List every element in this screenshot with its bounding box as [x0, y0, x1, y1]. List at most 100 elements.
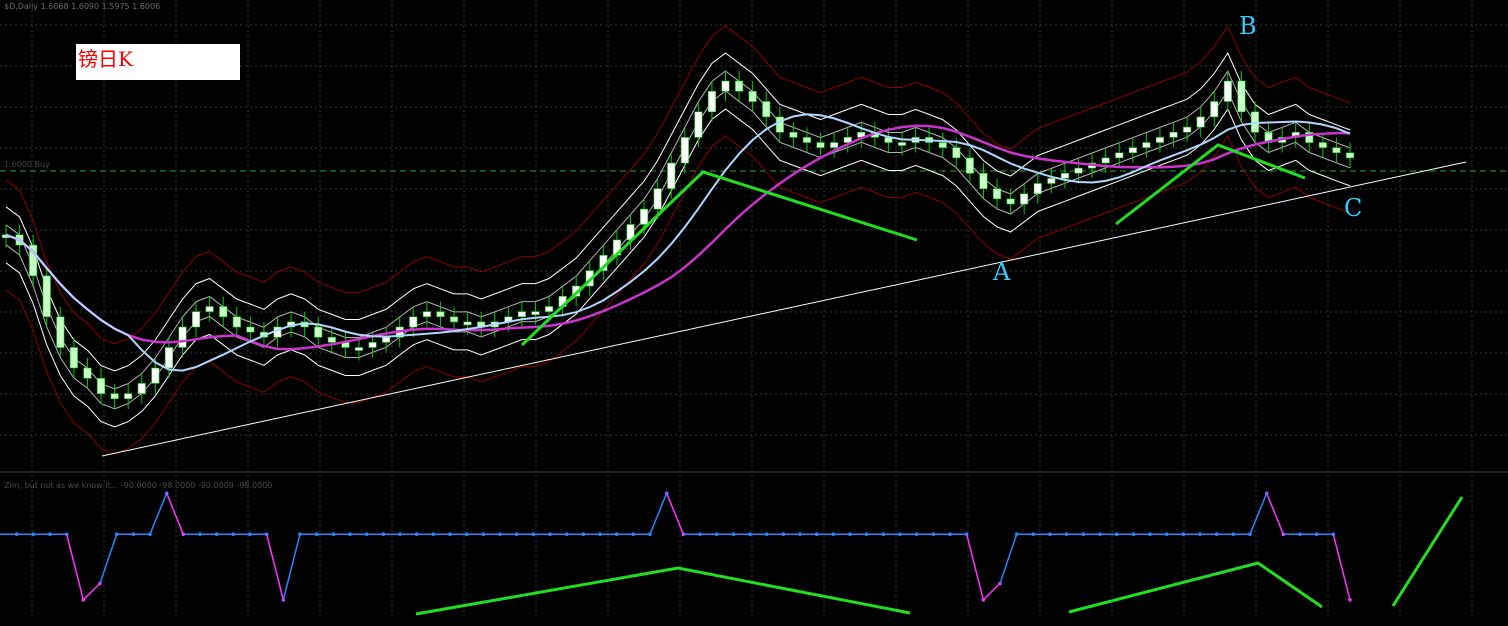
- candle-body: [83, 367, 92, 379]
- candle-body: [653, 188, 662, 210]
- trend-line: [101, 161, 1467, 457]
- candle-body: [422, 311, 431, 318]
- oscillator-segment: [265, 534, 285, 600]
- oscillator-segment: [1249, 492, 1268, 535]
- oscillator-annotation-line: [1068, 561, 1323, 614]
- candle-body: [1196, 116, 1205, 128]
- candle-body: [802, 137, 812, 143]
- symbol-header: $D,Daily 1.6068 1.6090 1.5975 1.6006: [4, 2, 161, 11]
- point-label-a: A: [993, 258, 1011, 286]
- candle-body: [246, 326, 255, 333]
- candle-body: [952, 147, 961, 159]
- candle-body: [680, 137, 689, 164]
- candle-body: [517, 311, 526, 318]
- candle-body: [327, 336, 336, 343]
- candle-body: [707, 91, 717, 113]
- price-chart: [0, 0, 1508, 618]
- oscillator-segment: [166, 492, 184, 535]
- candle-body: [1006, 198, 1015, 205]
- point-label-c: C: [1344, 194, 1363, 222]
- candle-body: [1346, 152, 1355, 159]
- oscillator-segment: [1332, 534, 1351, 600]
- candle-body: [735, 80, 744, 92]
- candle-body: [232, 316, 241, 328]
- envelope-inner-upper: [5, 69, 1351, 390]
- candle-body: [1318, 142, 1327, 148]
- candle-body: [1210, 101, 1219, 118]
- oscillator: [0, 491, 1464, 616]
- candle-body: [1169, 132, 1178, 138]
- candle-body: [151, 367, 160, 384]
- candle-body: [463, 321, 472, 326]
- candle-body: [1128, 147, 1137, 154]
- oscillator-point: [1348, 598, 1352, 602]
- candle-body: [69, 347, 78, 369]
- oscillator-segment: [666, 492, 684, 535]
- oscillator-annotation-line: [415, 566, 911, 616]
- oscillator-segment: [282, 534, 301, 600]
- candle-body: [137, 383, 146, 394]
- candle-body: [56, 316, 65, 348]
- candle-body: [178, 326, 187, 348]
- oscillator-segment: [82, 582, 101, 601]
- candle-body: [1223, 80, 1232, 102]
- oscillator-segment: [965, 534, 985, 600]
- band-outer-lower: [5, 134, 1351, 455]
- candle-body: [449, 316, 459, 323]
- candle-body: [164, 347, 173, 369]
- candle-body: [1047, 178, 1056, 184]
- candle-body: [816, 142, 825, 148]
- candle-body: [544, 306, 554, 312]
- envelope-lower: [5, 107, 1351, 428]
- candle-body: [639, 208, 649, 225]
- candle-body: [938, 142, 947, 148]
- candle-body: [1142, 142, 1151, 148]
- point-label-b: B: [1239, 12, 1257, 40]
- candle-body: [694, 111, 703, 138]
- bands: [5, 24, 1351, 455]
- candle-body: [97, 377, 106, 394]
- candle-body: [42, 275, 51, 318]
- oscillator-segment: [149, 492, 168, 535]
- candle-body: [1060, 173, 1069, 179]
- chart-label: 镑日K: [76, 44, 240, 80]
- candle-body: [1237, 80, 1246, 113]
- candle-body: [192, 311, 201, 328]
- envelope-upper: [5, 51, 1351, 372]
- oscillator-title: Zim, but not as we know it... -90.0000 -…: [4, 481, 273, 490]
- candle-body: [1183, 126, 1192, 133]
- oscillator-segment: [99, 533, 118, 584]
- oscillator-annotation-line: [1391, 496, 1464, 607]
- candle-body: [368, 342, 377, 348]
- candle-body: [382, 336, 391, 343]
- candle-body: [124, 393, 133, 400]
- candle-body: [110, 393, 119, 400]
- oscillator-segment: [65, 534, 85, 600]
- candle-body: [531, 311, 540, 315]
- candle-body: [219, 306, 228, 318]
- candle-body: [965, 157, 974, 174]
- oscillator-segment: [1266, 492, 1284, 535]
- candle-body: [1115, 152, 1124, 159]
- candle-body: [1033, 183, 1042, 195]
- candle-body: [775, 116, 784, 133]
- overlays: [5, 113, 1467, 457]
- candle-body: [897, 142, 907, 146]
- annotation-line: [1115, 143, 1306, 226]
- oscillator-segment: [999, 533, 1018, 584]
- candle-body: [205, 306, 214, 312]
- candle-body: [409, 316, 418, 328]
- candle-body: [762, 101, 771, 118]
- candle-body: [667, 162, 676, 189]
- candle-body: [789, 132, 798, 138]
- candle-body: [1332, 147, 1341, 154]
- candle-body: [1101, 157, 1110, 164]
- candle-body: [979, 173, 988, 190]
- oscillator-segment: [649, 492, 668, 535]
- price-tag: 1.6000 Buy: [4, 160, 50, 169]
- candle-body: [354, 347, 364, 351]
- oscillator-segment: [982, 582, 1001, 601]
- candle-body: [1155, 137, 1164, 143]
- candle-body: [1020, 193, 1029, 205]
- candle-body: [830, 142, 839, 148]
